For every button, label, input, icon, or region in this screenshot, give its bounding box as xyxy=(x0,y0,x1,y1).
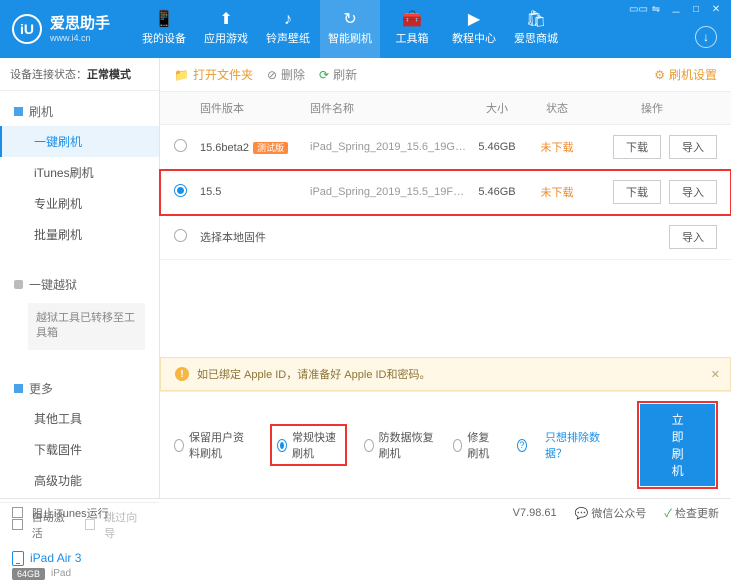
radio-checked-icon[interactable] xyxy=(174,184,187,197)
wechat-icon: 💬 xyxy=(575,508,589,520)
import-button[interactable]: 导入 xyxy=(669,225,717,249)
nav-tutorials[interactable]: ▶教程中心 xyxy=(444,0,504,58)
flash-options: 保留用户资料刷机 常规快速刷机 防数据恢复刷机 修复刷机 ? 只想排除数据？ 立… xyxy=(160,391,731,498)
gear-icon: ⚙ xyxy=(654,68,665,82)
exclude-data-link[interactable]: 只想排除数据？ xyxy=(545,429,602,461)
import-button[interactable]: 导入 xyxy=(669,135,717,159)
lock-icon xyxy=(14,280,23,289)
sidebar-group-more[interactable]: 更多 xyxy=(0,374,159,403)
main-panel: 📁打开文件夹 ⊘删除 ⟳刷新 ⚙刷机设置 固件版本 固件名称 大小 状态 操作 … xyxy=(160,58,731,498)
local-firmware-row[interactable]: 选择本地固件 导入 xyxy=(160,215,731,260)
import-button[interactable]: 导入 xyxy=(669,180,717,204)
beta-badge: 测试版 xyxy=(253,142,288,154)
close-icon[interactable]: ✕ xyxy=(711,368,720,381)
folder-icon: 📁 xyxy=(174,68,189,82)
check-update-link[interactable]: ✓ 检查更新 xyxy=(664,505,719,521)
storage-badge: 64GB xyxy=(12,568,45,580)
tablet-icon xyxy=(12,551,24,566)
brand: 爱思助手 www.i4.cn xyxy=(50,15,110,44)
nav-apps[interactable]: ⬆应用游戏 xyxy=(196,0,256,58)
warning-icon: ! xyxy=(175,367,189,381)
window-controls: ▭▭ ⇋ － □ ✕ xyxy=(629,4,723,19)
sidebar-item-itunes[interactable]: iTunes刷机 xyxy=(0,157,159,188)
opt-normal[interactable]: 常规快速刷机 xyxy=(271,425,346,465)
download-button[interactable]: 下载 xyxy=(613,180,661,204)
toolbar: 📁打开文件夹 ⊘删除 ⟳刷新 ⚙刷机设置 xyxy=(160,58,731,92)
open-folder-button[interactable]: 📁打开文件夹 xyxy=(174,66,253,83)
play-icon: ▶ xyxy=(468,12,480,28)
nav-flash[interactable]: ↻智能刷机 xyxy=(320,0,380,58)
delete-icon: ⊘ xyxy=(267,68,277,82)
delete-button[interactable]: ⊘删除 xyxy=(267,66,305,83)
help-icon[interactable]: ? xyxy=(517,439,527,452)
device-info[interactable]: iPad Air 3 64GBiPad xyxy=(0,547,159,588)
square-icon xyxy=(14,384,23,393)
wechat-link[interactable]: 💬 微信公众号 xyxy=(575,505,647,521)
brand-title: 爱思助手 xyxy=(50,15,110,33)
sidebar-item-advanced[interactable]: 高级功能 xyxy=(0,465,159,496)
nav-ringtones[interactable]: ♪铃声壁纸 xyxy=(258,0,318,58)
opt-keep-data[interactable]: 保留用户资料刷机 xyxy=(174,429,253,461)
sidebar-group-jailbreak[interactable]: 一键越狱 xyxy=(0,270,159,299)
device-icon: 📱 xyxy=(154,12,174,28)
opt-protect[interactable]: 防数据恢复刷机 xyxy=(364,429,435,461)
sidebar: 设备连接状态：正常模式 刷机 一键刷机 iTunes刷机 专业刷机 批量刷机 一… xyxy=(0,58,160,498)
flash-settings-button[interactable]: ⚙刷机设置 xyxy=(654,66,717,83)
nav-store[interactable]: 🛍爱思商城 xyxy=(506,0,566,58)
nav-my-device[interactable]: 📱我的设备 xyxy=(134,0,194,58)
download-manager-icon[interactable]: ↓ xyxy=(695,26,717,48)
refresh-icon: ⟳ xyxy=(319,68,329,82)
win-max-icon[interactable]: □ xyxy=(689,4,703,19)
win-skin-icon[interactable]: ⇋ xyxy=(649,4,663,19)
brand-sub: www.i4.cn xyxy=(50,33,110,44)
sidebar-group-flash[interactable]: 刷机 xyxy=(0,97,159,126)
sidebar-item-download-fw[interactable]: 下载固件 xyxy=(0,434,159,465)
flash-now-button[interactable]: 立即刷机 xyxy=(640,404,715,486)
toolbox-icon: 🧰 xyxy=(402,12,422,28)
refresh-button[interactable]: ⟳刷新 xyxy=(319,66,357,83)
version-label: V7.98.61 xyxy=(513,507,557,519)
win-close-icon[interactable]: ✕ xyxy=(709,4,723,19)
sidebar-item-other[interactable]: 其他工具 xyxy=(0,403,159,434)
jailbreak-note: 越狱工具已转移至工具箱 xyxy=(28,303,145,350)
music-icon: ♪ xyxy=(284,12,292,28)
nav-toolbox[interactable]: 🧰工具箱 xyxy=(382,0,442,58)
radio-icon[interactable] xyxy=(174,139,187,152)
check-icon: ✓ xyxy=(664,508,672,520)
connection-status: 设备连接状态：正常模式 xyxy=(0,58,159,91)
store-icon: 🛍 xyxy=(526,12,546,28)
win-min-icon[interactable]: － xyxy=(669,4,683,19)
firmware-row-selected[interactable]: 15.5 iPad_Spring_2019_15.5_19F77_Restore… xyxy=(160,170,731,215)
apps-icon: ⬆ xyxy=(219,12,232,28)
square-icon xyxy=(14,107,23,116)
main-nav: 📱我的设备 ⬆应用游戏 ♪铃声壁纸 ↻智能刷机 🧰工具箱 ▶教程中心 🛍爱思商城 xyxy=(134,0,566,58)
radio-icon[interactable] xyxy=(174,229,187,242)
app-logo: iU xyxy=(12,14,42,44)
win-menu-icon[interactable]: ▭▭ xyxy=(629,4,643,19)
download-button[interactable]: 下载 xyxy=(613,135,661,159)
sidebar-item-batch[interactable]: 批量刷机 xyxy=(0,219,159,250)
titlebar: iU 爱思助手 www.i4.cn 📱我的设备 ⬆应用游戏 ♪铃声壁纸 ↻智能刷… xyxy=(0,0,731,58)
sidebar-item-pro[interactable]: 专业刷机 xyxy=(0,188,159,219)
firmware-row[interactable]: 15.6beta2测试版 iPad_Spring_2019_15.6_19G50… xyxy=(160,125,731,170)
opt-repair[interactable]: 修复刷机 xyxy=(453,429,499,461)
firmware-table-header: 固件版本 固件名称 大小 状态 操作 xyxy=(160,92,731,125)
warning-bar: ! 如已绑定 Apple ID，请准备好 Apple ID和密码。 ✕ xyxy=(160,357,731,391)
sidebar-item-oneclick[interactable]: 一键刷机 xyxy=(0,126,159,157)
refresh-icon: ↻ xyxy=(343,12,356,28)
skip-guide-checkbox[interactable]: 跳过向导 xyxy=(85,509,148,541)
